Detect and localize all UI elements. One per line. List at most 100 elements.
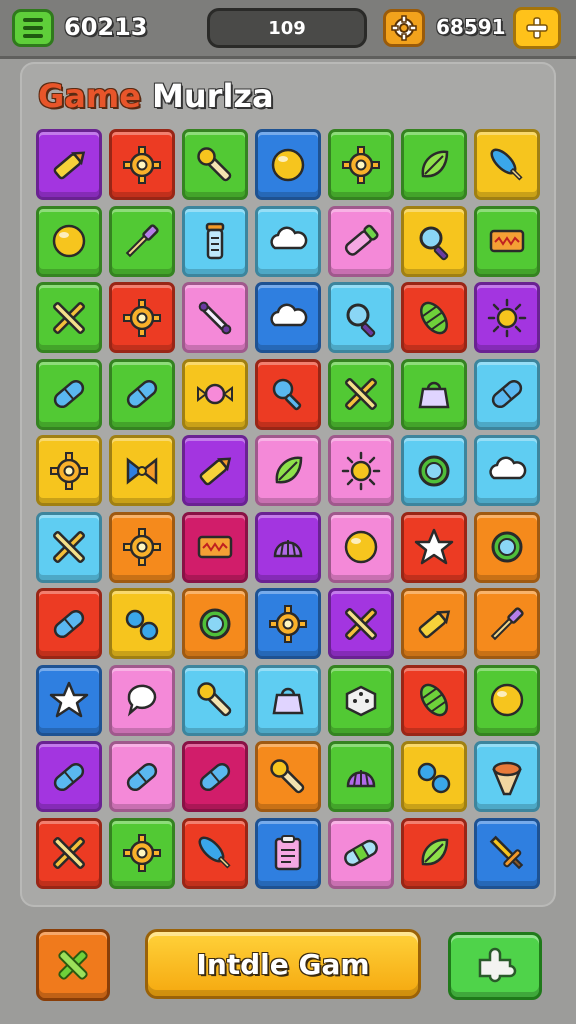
tile-sun[interactable] (328, 435, 394, 506)
game-title: Game Murlza (38, 76, 274, 116)
tile-magnifier[interactable] (328, 282, 394, 353)
tile-sun[interactable] (474, 282, 540, 353)
tile-capsule[interactable] (109, 358, 175, 430)
cloud-icon (270, 303, 308, 326)
tile-capsule[interactable] (36, 741, 102, 812)
tile-star[interactable] (401, 511, 467, 583)
tile-melon[interactable] (401, 282, 467, 353)
tool-button[interactable] (36, 929, 110, 1001)
tile-ring[interactable] (401, 435, 467, 506)
tile-vial[interactable] (182, 205, 248, 277)
tile-capsule[interactable] (109, 741, 175, 812)
shell-icon (346, 769, 376, 787)
orb-icon (52, 224, 86, 258)
tile-gear[interactable] (36, 435, 102, 506)
tile-swords[interactable] (328, 358, 394, 430)
tile-dots[interactable] (401, 741, 467, 812)
sun-icon (341, 451, 381, 490)
tile-stick[interactable] (182, 282, 248, 353)
tile-brush[interactable] (474, 588, 540, 659)
tile-leaf[interactable] (401, 817, 467, 889)
tile-dice[interactable] (328, 664, 394, 736)
tile-orb[interactable] (474, 664, 540, 736)
tile-clipboard[interactable] (255, 817, 321, 889)
settings-button[interactable] (383, 9, 425, 47)
tile-capsule[interactable] (36, 588, 102, 659)
swords-icon (53, 837, 85, 869)
tile-cone[interactable] (474, 741, 540, 812)
tile-grid (36, 129, 540, 890)
tile-feather[interactable] (474, 129, 540, 200)
menu-icon-bar (23, 34, 43, 38)
tile-sword[interactable] (474, 817, 540, 889)
tile-card[interactable] (474, 205, 540, 277)
tile-bow[interactable] (109, 435, 175, 506)
tile-cloud[interactable] (255, 205, 321, 277)
tile-crayon[interactable] (36, 129, 102, 200)
gear-icon (123, 834, 161, 872)
tile-capsule[interactable] (36, 358, 102, 430)
tile-feather[interactable] (182, 817, 248, 889)
tile-swords[interactable] (36, 511, 102, 583)
tile-wrench[interactable] (182, 129, 248, 200)
tile-wrench[interactable] (182, 664, 248, 736)
tile-bag[interactable] (401, 358, 467, 430)
tile-leaf[interactable] (255, 435, 321, 506)
tile-orb[interactable] (328, 511, 394, 583)
ring-icon (199, 608, 231, 639)
start-game-button[interactable]: Intdle Gam (145, 929, 421, 999)
stick-icon (198, 301, 232, 334)
puzzle-button[interactable] (448, 932, 542, 1000)
tile-orb[interactable] (36, 205, 102, 277)
tile-bag[interactable] (255, 664, 321, 736)
tile-cloud[interactable] (255, 282, 321, 353)
tile-rattle[interactable] (255, 358, 321, 430)
add-currency-button[interactable] (513, 7, 561, 49)
tile-brush[interactable] (109, 205, 175, 277)
tile-tube[interactable] (328, 205, 394, 277)
tile-cloud[interactable] (474, 435, 540, 506)
tile-swords[interactable] (328, 588, 394, 659)
orb-icon (490, 683, 524, 717)
tile-gear[interactable] (255, 588, 321, 659)
tile-candy[interactable] (182, 358, 248, 430)
star-icon (414, 528, 454, 565)
tile-gear[interactable] (328, 129, 394, 200)
tile-bandage[interactable] (328, 817, 394, 889)
tile-gear[interactable] (109, 511, 175, 583)
magnifier-icon (419, 226, 449, 261)
tile-crayon[interactable] (401, 588, 467, 659)
tile-dots[interactable] (109, 588, 175, 659)
tile-swords[interactable] (36, 817, 102, 889)
tile-leaf[interactable] (401, 129, 467, 200)
bag-icon (418, 381, 450, 409)
tile-ring[interactable] (474, 511, 540, 583)
tile-ring[interactable] (182, 588, 248, 659)
tile-shell[interactable] (328, 741, 394, 812)
tile-melon[interactable] (401, 664, 467, 736)
tile-gear[interactable] (109, 129, 175, 200)
cloud-icon (270, 226, 308, 250)
tile-capsule[interactable] (182, 741, 248, 812)
tile-crayon[interactable] (182, 435, 248, 506)
tile-magnifier[interactable] (401, 205, 467, 277)
tile-swords[interactable] (36, 282, 102, 353)
tile-gear[interactable] (109, 282, 175, 353)
tile-bubble[interactable] (109, 664, 175, 736)
tile-shell[interactable] (255, 511, 321, 583)
leaf-icon (421, 838, 449, 866)
capsule-icon (53, 762, 85, 791)
title-word-1: Game (38, 77, 141, 115)
ring-icon (418, 455, 450, 486)
bag-icon (272, 687, 304, 715)
tile-gear[interactable] (109, 817, 175, 889)
tile-capsule[interactable] (474, 358, 540, 430)
card-icon (489, 229, 525, 253)
tile-wrench[interactable] (255, 741, 321, 812)
tile-star[interactable] (36, 664, 102, 736)
tile-orb[interactable] (255, 129, 321, 200)
tile-card[interactable] (182, 511, 248, 583)
magnifier-icon (346, 303, 376, 337)
menu-button[interactable] (12, 9, 54, 47)
capsule-icon (199, 762, 231, 791)
